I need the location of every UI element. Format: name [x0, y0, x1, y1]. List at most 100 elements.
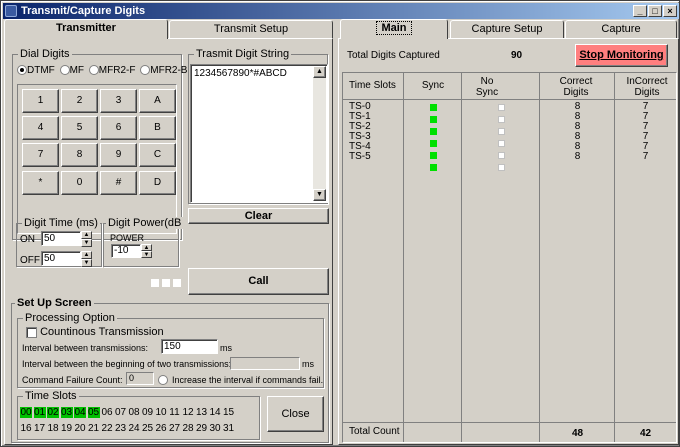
time-slot-21[interactable]: 21: [88, 423, 100, 434]
time-slot-18[interactable]: 18: [47, 423, 59, 434]
stop-monitoring-label: Stop Monitoring: [579, 49, 664, 61]
time-slot-02[interactable]: 02: [47, 407, 59, 418]
digit-string-label: Trasmit Digit String: [194, 48, 292, 60]
time-slot-12[interactable]: 12: [182, 407, 194, 418]
digit-string-scrollbar[interactable]: ▲ ▼: [313, 66, 326, 201]
interval2-unit: ms: [302, 359, 314, 369]
maximize-button[interactable]: □: [648, 5, 662, 17]
time-slot-24[interactable]: 24: [128, 423, 140, 434]
time-slot-19[interactable]: 19: [61, 423, 73, 434]
time-slot-07[interactable]: 07: [115, 407, 127, 418]
key-5[interactable]: 5: [61, 116, 98, 140]
call-button[interactable]: Call: [188, 268, 329, 295]
radio-mf[interactable]: [59, 65, 70, 76]
key-7[interactable]: 7: [22, 143, 59, 167]
clear-button[interactable]: Clear: [188, 208, 329, 224]
tab-capture[interactable]: Capture: [565, 20, 677, 38]
time-slot-25[interactable]: 25: [142, 423, 154, 434]
close-window-button[interactable]: ×: [663, 5, 677, 17]
power-up-icon[interactable]: ▲: [141, 244, 152, 251]
key-8[interactable]: 8: [61, 143, 98, 167]
time-slot-26[interactable]: 26: [155, 423, 167, 434]
failure-label: Command Failure Count:: [22, 375, 123, 385]
on-up-icon[interactable]: ▲: [81, 231, 92, 239]
power-input[interactable]: -10: [111, 244, 141, 258]
tab-capture-setup[interactable]: Capture Setup: [450, 20, 564, 38]
scroll-up-icon[interactable]: ▲: [313, 66, 326, 78]
digit-string-textarea[interactable]: 1234567890*#ABCD ▲ ▼: [190, 64, 328, 203]
radio-mfr2f[interactable]: [88, 65, 99, 76]
row-sync-indicator: [404, 164, 462, 174]
row-nosync-indicator: [462, 152, 540, 162]
interval-label: Interval between transmissions:: [22, 343, 149, 353]
digit-power-label: Digit Power(dB: [106, 217, 184, 229]
time-slot-05[interactable]: 05: [87, 407, 100, 418]
time-slot-09[interactable]: 09: [142, 407, 154, 418]
scroll-down-icon[interactable]: ▼: [313, 189, 326, 201]
time-slot-03[interactable]: 03: [60, 407, 73, 418]
row-slot-label: TS-5: [349, 151, 371, 162]
title-bar[interactable]: Transmit/Capture Digits _ □ ×: [3, 3, 679, 19]
time-slot-15[interactable]: 15: [223, 407, 235, 418]
time-slot-13[interactable]: 13: [196, 407, 208, 418]
time-slot-01[interactable]: 01: [33, 407, 46, 418]
sync-indicator-icon: [429, 116, 437, 123]
time-slot-17[interactable]: 17: [34, 423, 46, 434]
on-down-icon[interactable]: ▼: [81, 239, 92, 247]
key-3[interactable]: 3: [100, 89, 137, 113]
key-b[interactable]: B: [139, 116, 176, 140]
key-hash[interactable]: #: [100, 171, 137, 195]
rows-sync-column: [404, 102, 462, 174]
off-time-input[interactable]: 50: [41, 251, 81, 266]
minimize-button[interactable]: _: [633, 5, 647, 17]
increase-interval-radio[interactable]: [158, 375, 168, 386]
time-slot-20[interactable]: 20: [74, 423, 86, 434]
on-time-input[interactable]: 50: [41, 231, 81, 246]
window-title: Transmit/Capture Digits: [21, 5, 146, 17]
status-square-1: [151, 279, 159, 287]
time-slot-11[interactable]: 11: [169, 407, 181, 418]
digit-power-group: Digit Power(dB POWER -10 ▲ ▼: [103, 217, 184, 267]
time-slot-08[interactable]: 08: [128, 407, 140, 418]
interval-input[interactable]: 150: [161, 339, 218, 354]
time-slot-16[interactable]: 16: [20, 423, 32, 434]
time-slot-04[interactable]: 04: [74, 407, 86, 418]
failure-count-input[interactable]: 0: [126, 372, 154, 385]
time-slot-31[interactable]: 31: [223, 423, 235, 434]
key-2[interactable]: 2: [61, 89, 98, 113]
tab-transmitter[interactable]: Transmitter: [4, 19, 168, 39]
time-slot-10[interactable]: 10: [155, 407, 167, 418]
tab-transmit-setup[interactable]: Transmit Setup: [169, 20, 333, 38]
off-down-icon[interactable]: ▼: [81, 259, 92, 267]
key-4[interactable]: 4: [22, 116, 59, 140]
stop-monitoring-button[interactable]: Stop Monitoring: [575, 44, 668, 67]
key-9[interactable]: 9: [100, 143, 137, 167]
interval2-input[interactable]: [230, 357, 300, 370]
continuous-checkbox[interactable]: [26, 326, 37, 338]
time-slot-28[interactable]: 28: [182, 423, 194, 434]
header-correct: Correct Digits: [559, 76, 593, 98]
key-1[interactable]: 1: [22, 89, 59, 113]
key-star[interactable]: *: [22, 171, 59, 195]
time-slot-00[interactable]: 00: [20, 407, 32, 418]
time-slot-14[interactable]: 14: [209, 407, 221, 418]
radio-dtmf[interactable]: [17, 65, 27, 76]
time-slot-29[interactable]: 29: [196, 423, 208, 434]
key-d[interactable]: D: [139, 171, 176, 195]
time-slot-22[interactable]: 22: [101, 423, 113, 434]
time-slot-23[interactable]: 23: [115, 423, 127, 434]
time-slot-27[interactable]: 27: [169, 423, 181, 434]
key-6[interactable]: 6: [100, 116, 137, 140]
power-label: POWER: [110, 233, 145, 243]
off-up-icon[interactable]: ▲: [81, 251, 92, 259]
radio-mfr2b[interactable]: [140, 65, 151, 76]
key-a[interactable]: A: [139, 89, 176, 113]
time-slot-06[interactable]: 06: [101, 407, 113, 418]
key-0[interactable]: 0: [61, 171, 98, 195]
tab-main[interactable]: Main: [340, 19, 448, 39]
power-down-icon[interactable]: ▼: [141, 251, 152, 258]
time-slot-30[interactable]: 30: [209, 423, 221, 434]
key-c[interactable]: C: [139, 143, 176, 167]
row-correct-digits: 8: [574, 151, 581, 162]
close-button[interactable]: Close: [267, 396, 324, 432]
